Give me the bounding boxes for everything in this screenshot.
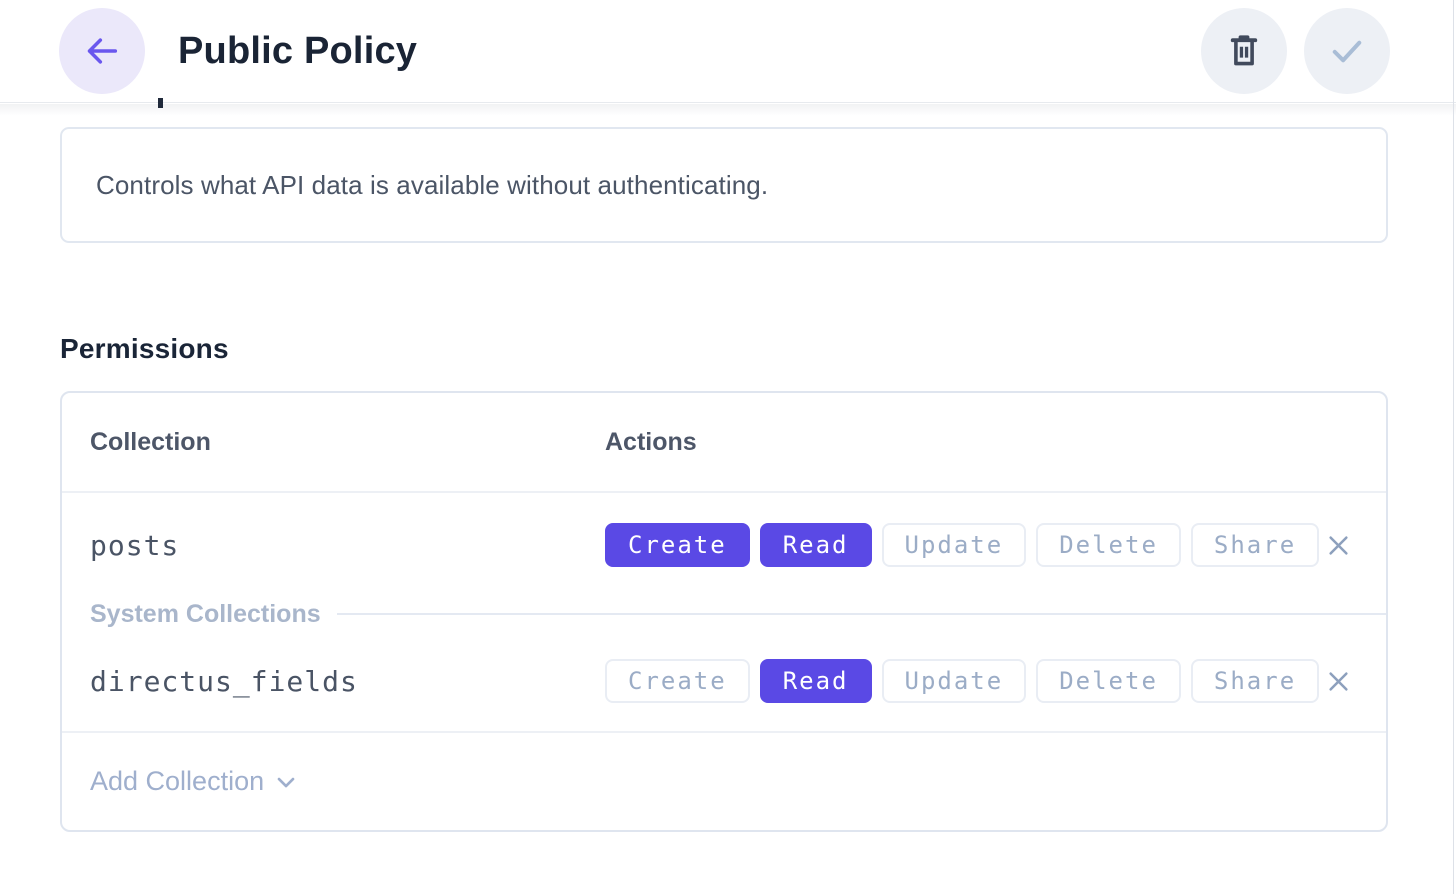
- permissions-table: Collection Actions posts Create Read Upd…: [60, 391, 1388, 832]
- permissions-table-header: Collection Actions: [62, 393, 1386, 493]
- action-chip-create[interactable]: Create: [605, 659, 750, 703]
- action-chip-update[interactable]: Update: [882, 523, 1027, 567]
- trash-icon: [1226, 33, 1262, 69]
- collection-name: directus_fields: [90, 665, 605, 698]
- policy-detail-page: Public Policy: [0, 0, 1456, 894]
- description-field-value: Controls what API data is available with…: [96, 170, 768, 201]
- action-chip-delete[interactable]: Delete: [1036, 659, 1181, 703]
- close-icon: [1324, 667, 1353, 696]
- action-chip-read[interactable]: Read: [760, 659, 872, 703]
- divider-line: [337, 613, 1386, 615]
- action-chip-share[interactable]: Share: [1191, 659, 1319, 703]
- action-chip-create[interactable]: Create: [605, 523, 750, 567]
- column-header-collection: Collection: [90, 428, 605, 457]
- page-title: Public Policy: [178, 30, 417, 73]
- save-button[interactable]: [1304, 8, 1390, 94]
- table-row-directus-fields: directus_fields Create Read Update Delet…: [62, 631, 1386, 731]
- table-row-posts: posts Create Read Update Delete Share: [62, 493, 1386, 597]
- arrow-left-icon: [82, 31, 122, 71]
- add-collection-control[interactable]: Add Collection: [90, 766, 300, 797]
- page-right-divider: [1453, 0, 1454, 894]
- delete-policy-button[interactable]: [1201, 8, 1287, 94]
- clipped-description-label: [158, 98, 163, 108]
- permissions-heading: Permissions: [60, 333, 1388, 365]
- add-collection-row[interactable]: Add Collection: [62, 731, 1386, 830]
- add-collection-label: Add Collection: [90, 766, 264, 797]
- header-actions: [1201, 8, 1390, 94]
- actions-cell: Create Read Update Delete Share: [605, 523, 1319, 567]
- close-icon: [1324, 531, 1353, 560]
- column-header-actions: Actions: [605, 428, 1358, 457]
- header-bar: Public Policy: [0, 0, 1456, 103]
- description-field[interactable]: Controls what API data is available with…: [60, 127, 1388, 243]
- system-collections-divider: System Collections: [62, 597, 1386, 631]
- header-shadow: [0, 104, 1456, 116]
- content-area: Controls what API data is available with…: [0, 103, 1456, 894]
- action-chip-delete[interactable]: Delete: [1036, 523, 1181, 567]
- actions-cell: Create Read Update Delete Share: [605, 659, 1319, 703]
- chevron-down-icon: [272, 768, 300, 796]
- check-icon: [1326, 30, 1368, 72]
- remove-row-button[interactable]: [1319, 661, 1358, 701]
- collection-name: posts: [90, 529, 605, 562]
- action-chip-read[interactable]: Read: [760, 523, 872, 567]
- action-chip-share[interactable]: Share: [1191, 523, 1319, 567]
- remove-row-button[interactable]: [1319, 525, 1358, 565]
- back-button[interactable]: [59, 8, 145, 94]
- action-chip-update[interactable]: Update: [882, 659, 1027, 703]
- system-collections-label: System Collections: [90, 600, 321, 629]
